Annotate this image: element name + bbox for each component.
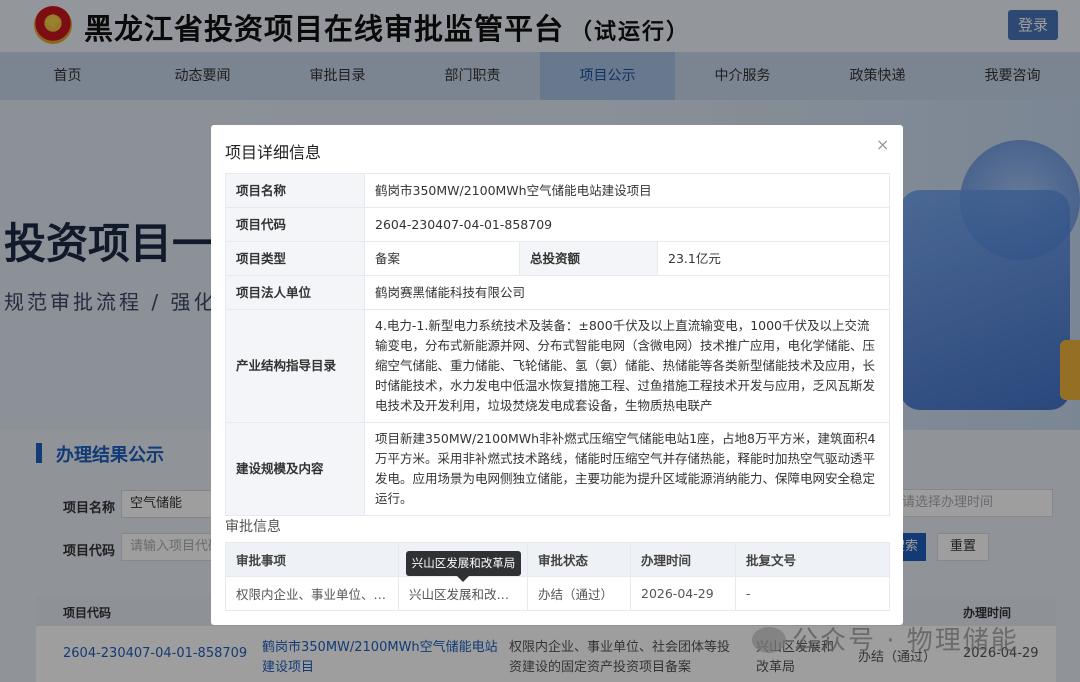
approval-header-item: 审批事项 [225, 542, 399, 577]
field-value-catalog: 4.电力-1.新型电力系统技术及装备：±800千伏及以上直流输变电，1000千伏… [364, 309, 890, 423]
field-value-scope: 项目新建350MW/2100MWh非补燃式压缩空气储能电站1座，占地8万平方米，… [364, 422, 890, 516]
approval-header-doc-no: 批复文号 [735, 542, 890, 577]
watermark: 公众号 · 物理储能 [752, 620, 1019, 657]
field-label-entity: 项目法人单位 [225, 275, 365, 310]
department-tooltip: 兴山区发展和改革局 [406, 551, 521, 582]
field-value-entity: 鹤岗赛黑储能科技有限公司 [364, 275, 890, 310]
approval-date-cell: 2026-04-29 [630, 576, 736, 611]
field-value-type: 备案 [364, 241, 520, 276]
field-value-name: 鹤岗市350MW/2100MWh空气储能电站建设项目 [364, 173, 890, 208]
field-value-investment: 23.1亿元 [657, 241, 890, 276]
field-label-investment: 总投资额 [519, 241, 658, 276]
modal-title: 项目详细信息 [225, 143, 322, 162]
field-label-type: 项目类型 [225, 241, 365, 276]
field-label-scope: 建设规模及内容 [225, 422, 365, 516]
field-value-code: 2604-230407-04-01-858709 [364, 207, 890, 242]
wechat-icon [752, 627, 786, 653]
field-label-name: 项目名称 [225, 173, 365, 208]
approval-header-status: 审批状态 [527, 542, 631, 577]
approval-status-cell: 办结（通过） [527, 576, 631, 611]
project-detail-modal: 项目详细信息 × 项目名称 鹤岗市350MW/2100MWh空气储能电站建设项目… [211, 125, 903, 625]
approval-table: 审批事项 审批部门 审批状态 办理时间 批复文号 权限内企业、事业单位、… 兴山… [225, 542, 890, 611]
field-label-catalog: 产业结构指导目录 [225, 309, 365, 423]
approval-item-cell[interactable]: 权限内企业、事业单位、… [225, 576, 399, 611]
close-icon[interactable]: × [876, 135, 889, 154]
project-info-table: 项目名称 鹤岗市350MW/2100MWh空气储能电站建设项目 项目代码 260… [225, 173, 890, 516]
approval-section-title: 审批信息 [225, 519, 281, 535]
table-row: 权限内企业、事业单位、… 兴山区发展和改… 办结（通过） 2026-04-29 … [225, 576, 890, 611]
watermark-text: 公众号 · 物理储能 [792, 626, 1019, 656]
approval-header-date: 办理时间 [630, 542, 736, 577]
field-label-code: 项目代码 [225, 207, 365, 242]
approval-doc-no-cell: - [735, 576, 890, 611]
